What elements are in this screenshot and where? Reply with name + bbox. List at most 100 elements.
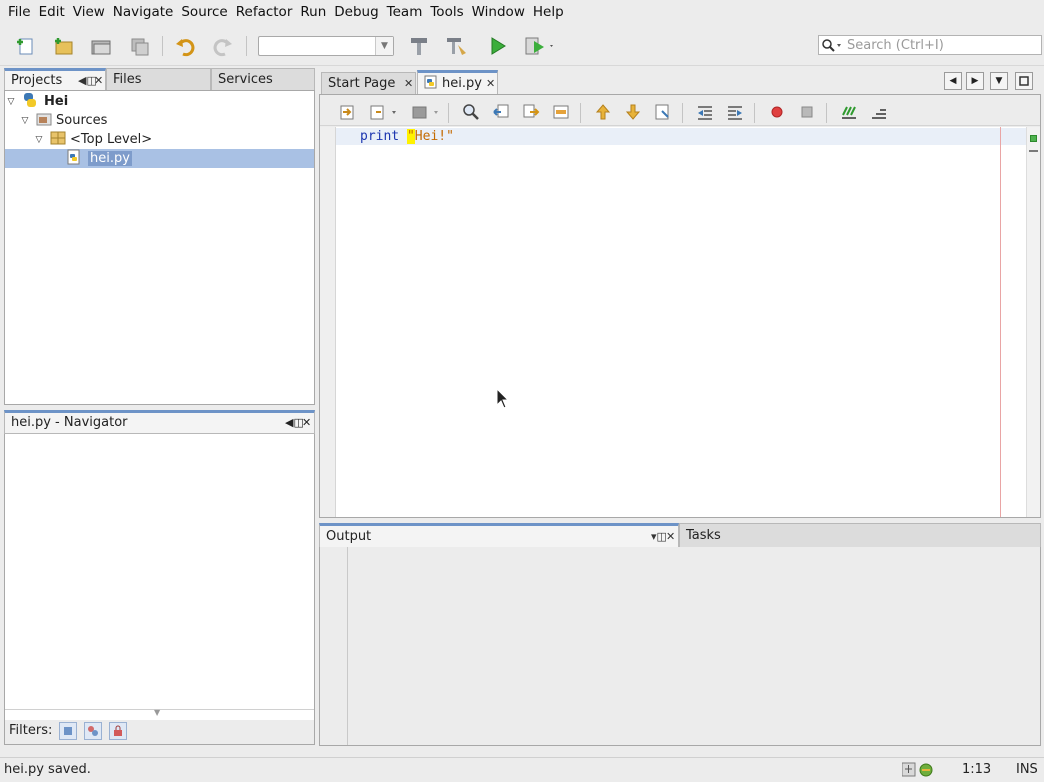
- search-field[interactable]: [818, 35, 1042, 55]
- shift-left-icon: [698, 106, 712, 120]
- fields-filter-icon: [64, 727, 72, 735]
- menu-team[interactable]: Team: [383, 0, 427, 24]
- status-message: hei.py saved.: [4, 762, 91, 777]
- shift-right-button[interactable]: [724, 100, 746, 124]
- close-icon[interactable]: ✕: [486, 77, 495, 90]
- new-file-button[interactable]: [12, 34, 38, 58]
- toggle-bookmark-button[interactable]: [652, 100, 674, 124]
- close-icon[interactable]: ✕: [302, 416, 311, 429]
- toolbar-separator: [826, 103, 827, 123]
- shift-right-icon: [728, 106, 742, 120]
- show-opened-documents-button[interactable]: ▼: [990, 72, 1008, 90]
- redo-icon: [213, 39, 232, 57]
- close-icon[interactable]: ✕: [94, 74, 103, 87]
- projects-tabstrip: Projects ◀◫ ✕ Files Services: [4, 68, 315, 90]
- code-line-1[interactable]: print "Hei!": [360, 128, 454, 145]
- tab-start-page[interactable]: Start Page ✕: [321, 72, 416, 94]
- status-bar: hei.py saved. 1:13 INS: [0, 757, 1044, 782]
- expanded-triangle-icon[interactable]: ▽: [20, 116, 30, 126]
- build-button[interactable]: [406, 34, 432, 58]
- tab-projects[interactable]: Projects ◀◫ ✕: [4, 68, 106, 90]
- clean-build-icon: [447, 38, 466, 55]
- splitter-arrow-icon[interactable]: ▼: [154, 708, 160, 717]
- expanded-triangle-icon[interactable]: ▽: [6, 97, 16, 107]
- expanded-triangle-icon[interactable]: ▽: [34, 135, 44, 145]
- menu-debug[interactable]: Debug: [330, 0, 382, 24]
- tab-projects-label: Projects: [11, 73, 63, 88]
- editor-toolbar: [320, 99, 1040, 126]
- new-project-button[interactable]: [50, 34, 76, 58]
- forward-button[interactable]: [408, 100, 442, 124]
- filter-inherited-toggle[interactable]: [84, 722, 102, 740]
- tree-item-file[interactable]: hei.py: [66, 149, 132, 168]
- triangle-left-icon: ◀: [949, 76, 957, 86]
- maximize-window-button[interactable]: [1015, 72, 1033, 90]
- new-project-icon: [55, 38, 73, 55]
- menu-edit[interactable]: Edit: [35, 0, 69, 24]
- notifications-icon[interactable]: [901, 762, 934, 782]
- find-next-icon: [523, 104, 540, 118]
- navigator-title: hei.py - Navigator: [11, 415, 128, 430]
- menu-file[interactable]: File: [4, 0, 35, 24]
- debug-button[interactable]: [522, 34, 556, 58]
- menu-source[interactable]: Source: [177, 0, 231, 24]
- menu-window[interactable]: Window: [468, 0, 529, 24]
- undo-button[interactable]: [172, 34, 198, 58]
- previous-bookmark-button[interactable]: [592, 100, 614, 124]
- magnifier-icon: [463, 104, 479, 120]
- highlight-icon: [553, 105, 569, 119]
- clean-build-button[interactable]: [444, 34, 470, 58]
- tab-hei-py[interactable]: hei.py ✕: [417, 70, 498, 94]
- minimize-icon[interactable]: ▾◫: [651, 530, 667, 543]
- start-macro-recording-button[interactable]: [766, 100, 788, 124]
- tree-item-project[interactable]: ▽ Hei: [6, 92, 68, 111]
- status-ok-indicator: [1030, 135, 1037, 142]
- find-button[interactable]: [460, 100, 482, 124]
- find-previous-button[interactable]: [490, 100, 512, 124]
- filter-fields-toggle[interactable]: [59, 722, 77, 740]
- tab-services[interactable]: Services: [211, 68, 315, 90]
- toggle-highlight-button[interactable]: [550, 100, 572, 124]
- shift-left-button[interactable]: [694, 100, 716, 124]
- tree-item-package[interactable]: ▽ <Top Level>: [34, 130, 152, 149]
- run-button[interactable]: [484, 34, 510, 58]
- open-project-button[interactable]: [88, 34, 114, 58]
- debug-icon: [525, 37, 553, 55]
- uncomment-button[interactable]: [868, 100, 890, 124]
- menu-help[interactable]: Help: [529, 0, 568, 24]
- code-editor[interactable]: [336, 127, 1026, 517]
- tab-files[interactable]: Files: [106, 68, 211, 90]
- find-next-button[interactable]: [520, 100, 542, 124]
- toolbar-separator: [682, 103, 683, 123]
- filter-private-toggle[interactable]: [109, 722, 127, 740]
- next-bookmark-button[interactable]: [622, 100, 644, 124]
- last-edit-button[interactable]: [336, 100, 358, 124]
- tab-tasks-label: Tasks: [686, 528, 721, 543]
- tab-output[interactable]: Output ▾◫ ✕: [319, 523, 679, 547]
- back-icon: [370, 105, 396, 120]
- scroll-tabs-left-button[interactable]: ◀: [944, 72, 962, 90]
- mouse-pointer-icon: [496, 388, 510, 409]
- menu-run[interactable]: Run: [296, 0, 330, 24]
- close-icon[interactable]: ✕: [666, 530, 675, 543]
- tab-tasks[interactable]: Tasks: [679, 523, 1041, 547]
- search-input[interactable]: [847, 37, 1033, 53]
- menu-navigate[interactable]: Navigate: [109, 0, 178, 24]
- close-icon[interactable]: ✕: [404, 77, 413, 90]
- save-all-button[interactable]: [126, 34, 152, 58]
- stop-macro-recording-button[interactable]: [796, 100, 818, 124]
- configuration-combo[interactable]: ▼: [258, 36, 394, 56]
- menu-refactor[interactable]: Refactor: [232, 0, 297, 24]
- comment-icon: [842, 106, 856, 119]
- redo-button[interactable]: [210, 34, 236, 58]
- menu-tools[interactable]: Tools: [426, 0, 467, 24]
- comment-button[interactable]: [838, 100, 860, 124]
- insert-mode[interactable]: INS: [1016, 762, 1038, 777]
- back-button[interactable]: [366, 100, 400, 124]
- chevron-down-icon: ▼: [995, 76, 1003, 86]
- tree-item-sources[interactable]: ▽ Sources: [20, 111, 107, 130]
- menu-view[interactable]: View: [69, 0, 109, 24]
- error-stripe[interactable]: [1026, 127, 1040, 517]
- triangle-right-icon: ▶: [971, 76, 979, 86]
- scroll-tabs-right-button[interactable]: ▶: [966, 72, 984, 90]
